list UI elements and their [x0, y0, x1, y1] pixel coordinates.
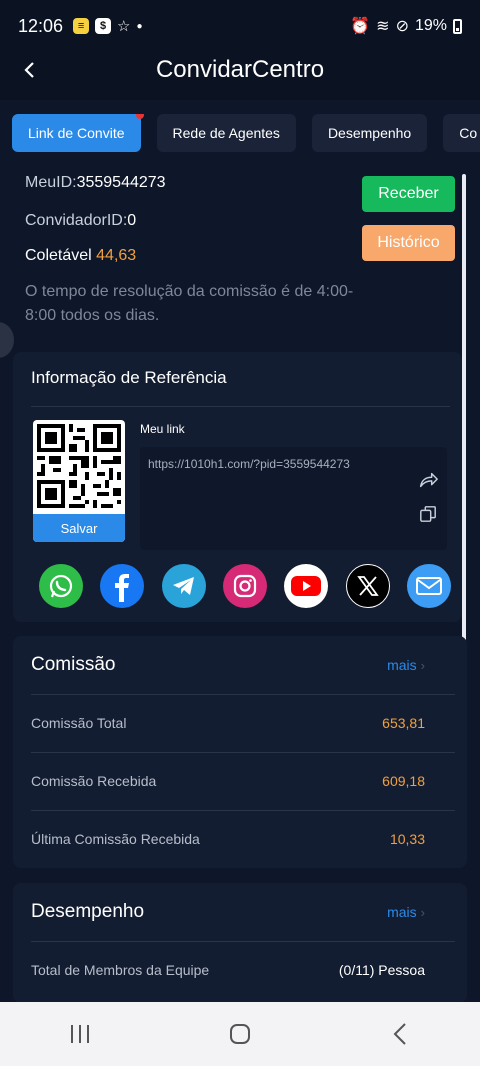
commission-row: Comissão Recebida 609,18 [31, 752, 425, 810]
divider [31, 941, 455, 942]
system-icons: ⏰ ≋ ⊘ 19% [350, 16, 462, 36]
commission-more-link[interactable]: mais › [387, 657, 425, 673]
notification-icons: ≡ $ ☆ ● [73, 17, 143, 35]
more-notifications-dot-icon: ● [136, 20, 143, 32]
commission-row: Comissão Total 653,81 [31, 694, 425, 752]
floating-side-handle[interactable] [0, 322, 14, 358]
link-box: https://1010h1.com/?pid=3559544273 [140, 447, 447, 550]
home-button[interactable] [210, 1014, 270, 1054]
chevron-left-icon [24, 62, 34, 78]
star-icon: ☆ [117, 18, 131, 35]
coletavel-label: Coletável [25, 247, 92, 264]
qr-code-icon [37, 424, 121, 508]
resolution-note: O tempo de resolução da comissão é de 4:… [25, 283, 354, 324]
battery-icon [453, 18, 462, 34]
row-value: 653,81 [382, 715, 425, 731]
row-value: 10,33 [389, 831, 425, 847]
performance-card: Desempenho mais › Total de Membros da Equ… [13, 883, 467, 1003]
commission-title: Comissão [31, 654, 116, 675]
row-value: (0/11) Pessoa [338, 962, 425, 978]
facebook-icon[interactable] [100, 564, 145, 608]
tab-label: Desempenho [327, 125, 412, 141]
tab-rede-de-agentes[interactable]: Rede de Agentes [156, 114, 296, 152]
tab-label: Link de Convite [28, 125, 125, 141]
telegram-icon[interactable] [161, 564, 206, 608]
back-button[interactable] [18, 58, 42, 82]
row-value: 609,18 [382, 773, 425, 789]
email-icon[interactable] [406, 564, 451, 608]
history-button[interactable]: Histórico [362, 225, 455, 261]
meuid-label: MeuID: [25, 174, 77, 191]
qr-code: Salvar [33, 420, 125, 542]
convidador-value: 0 [127, 212, 137, 229]
page-title: ConvidarCentro [155, 56, 325, 83]
commission-card: Comissão mais › Comissão Total 653,81 Com… [13, 636, 467, 868]
commission-row: Última Comissão Recebida 10,33 [31, 810, 425, 868]
receive-button[interactable]: Receber [362, 176, 455, 212]
divider [31, 406, 450, 407]
referral-card: Informação de Referência Salvar Meu link… [13, 352, 462, 622]
performance-row: Total de Membros da Equipe (0/11) Pessoa [31, 957, 425, 983]
tab-desempenho[interactable]: Desempenho [311, 114, 428, 152]
performance-title: Desempenho [31, 901, 145, 922]
tab-label: Co [459, 125, 478, 141]
coletavel-value: 44,63 [96, 247, 137, 264]
do-not-disturb-icon: ⊘ [395, 18, 409, 35]
home-icon [230, 1024, 250, 1044]
shop-bag-icon: $ [95, 18, 112, 34]
battery-level: 19% [414, 17, 447, 34]
more-label: mais [387, 657, 417, 673]
chevron-right-icon: › [420, 904, 425, 920]
social-share-row [39, 564, 451, 608]
system-nav-bar [0, 1002, 480, 1066]
meuid-value: 3559544273 [76, 174, 166, 191]
tab-bar: Link de Convite Rede de Agentes Desempen… [12, 114, 480, 154]
recent-apps-button[interactable] [50, 1014, 110, 1054]
share-icon[interactable] [417, 469, 439, 491]
referral-link-text[interactable]: https://1010h1.com/?pid=3559544273 [148, 457, 350, 471]
row-label: Total de Membros da Equipe [31, 962, 210, 978]
meuid-row: MeuID:3559544273 [25, 174, 166, 192]
youtube-icon[interactable] [284, 564, 329, 608]
app-header: ConvidarCentro [0, 40, 480, 100]
tab-link-de-convite[interactable]: Link de Convite [12, 114, 144, 152]
my-link-label: Meu link [140, 422, 185, 436]
convidador-label: ConvidadorID: [25, 212, 128, 229]
chevron-right-icon: › [420, 657, 425, 673]
performance-more-link[interactable]: mais › [387, 904, 425, 920]
copy-icon[interactable] [419, 505, 437, 523]
system-back-button[interactable] [370, 1014, 430, 1054]
tab-label: Rede de Agentes [172, 125, 280, 141]
instagram-icon[interactable] [222, 564, 267, 608]
back-arrow-icon [393, 1023, 406, 1045]
x-icon[interactable] [345, 564, 390, 608]
coletavel-row: Coletável 44,63 [25, 247, 136, 265]
notification-app-icon: ≡ [73, 18, 90, 34]
wifi-icon: ≋ [376, 18, 390, 35]
save-qr-button[interactable]: Salvar [33, 514, 125, 542]
row-label: Comissão Total [31, 715, 127, 731]
row-label: Comissão Recebida [31, 773, 157, 789]
more-label: mais [387, 904, 417, 920]
tab-truncated[interactable]: Co [443, 114, 480, 152]
status-time: 12:06 [18, 15, 64, 36]
convidador-row: ConvidadorID:0 [25, 212, 136, 230]
referral-title: Informação de Referência [31, 368, 227, 387]
recent-apps-icon [71, 1025, 89, 1043]
row-label: Última Comissão Recebida [31, 831, 200, 847]
whatsapp-icon[interactable] [39, 564, 83, 608]
notification-dot [135, 114, 144, 119]
alarm-icon: ⏰ [350, 18, 371, 35]
